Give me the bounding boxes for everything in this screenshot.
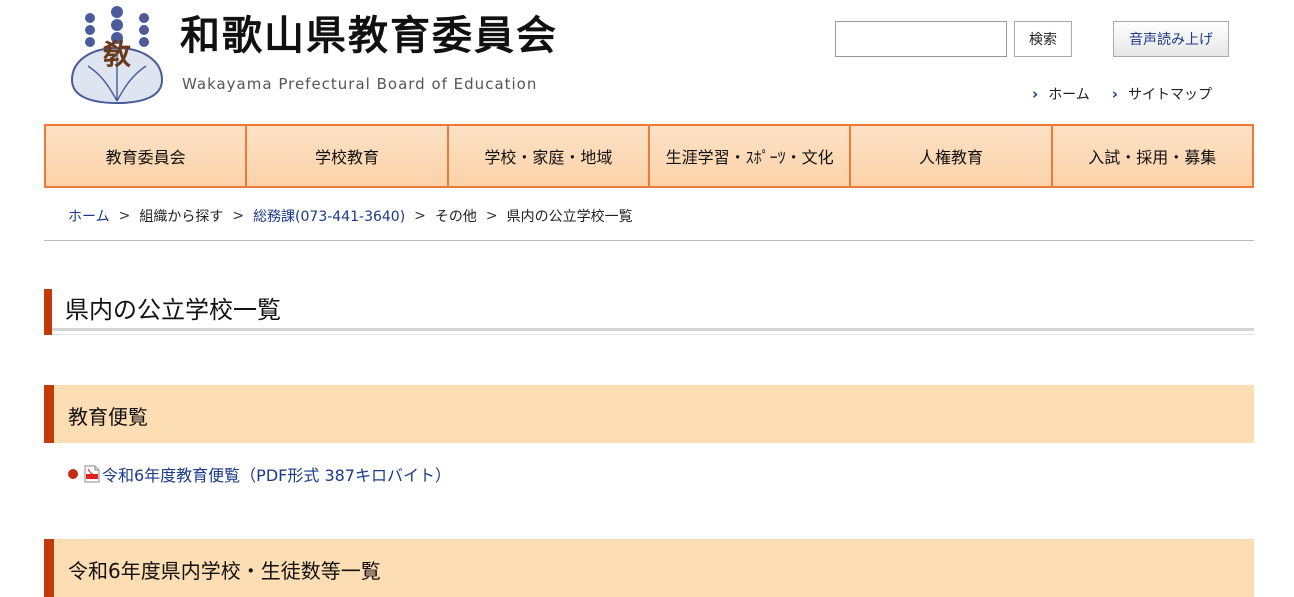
bullet-icon: [68, 469, 78, 479]
section-heading-text: 令和6年度県内学校・生徒数等一覧: [68, 559, 381, 583]
board-emblem-logo[interactable]: 敎: [68, 4, 166, 105]
site-title[interactable]: 和歌山県教育委員会: [180, 14, 558, 58]
education-handbook-pdf-link[interactable]: 令和6年度教育便覧（PDF形式 387キロバイト）: [102, 462, 451, 486]
chevron-right-icon: ›: [1111, 85, 1118, 103]
paulownia-crest-icon: 敎: [70, 6, 164, 105]
page-title-underline: [52, 328, 1254, 331]
list-item: 令和6年度教育便覧（PDF形式 387キロバイト）: [68, 462, 451, 486]
nav-item-lifelong-learning[interactable]: 生涯学習・ｽﾎﾟｰﾂ・文化: [650, 126, 852, 186]
breadcrumb-separator: >: [414, 208, 426, 224]
global-nav: 教育委員会 学校教育 学校・家庭・地域 生涯学習・ｽﾎﾟｰﾂ・文化 人権教育 入…: [44, 124, 1254, 188]
breadcrumb-home[interactable]: ホーム: [68, 206, 110, 226]
nav-item-school-family-community[interactable]: 学校・家庭・地域: [449, 126, 650, 186]
pdf-icon: [84, 465, 100, 483]
home-link-label: ホーム: [1048, 87, 1090, 103]
breadcrumb-separator: >: [485, 208, 498, 224]
search-button[interactable]: 検索: [1014, 21, 1072, 57]
section-heading-text: 教育便覧: [68, 405, 148, 429]
breadcrumb-organization: 組織から探す: [139, 209, 224, 225]
nav-item-human-rights[interactable]: 人権教育: [851, 126, 1053, 186]
voice-readout-button[interactable]: 音声読み上げ: [1113, 21, 1229, 57]
emblem-character: 敎: [103, 38, 131, 71]
section-heading-education-handbook: 教育便覧: [44, 385, 1254, 443]
page-title-accent: [44, 289, 52, 335]
utility-links: › ホーム › サイトマップ: [1032, 84, 1212, 104]
breadcrumb: ホーム > 組織から探す > 総務課(073-441-3640) > その他 >…: [68, 206, 633, 226]
section-heading-school-student-counts: 令和6年度県内学校・生徒数等一覧: [44, 539, 1254, 597]
breadcrumb-divider: [44, 240, 1254, 241]
page-title-underline-thin: [52, 334, 1254, 335]
nav-item-exams-recruitment[interactable]: 入試・採用・募集: [1053, 126, 1252, 186]
page-title: 県内の公立学校一覧: [65, 296, 281, 324]
nav-item-school-education[interactable]: 学校教育: [247, 126, 449, 186]
site-subtitle: Wakayama Prefectural Board of Education: [182, 75, 538, 93]
home-link[interactable]: › ホーム: [1032, 84, 1090, 104]
breadcrumb-general-affairs[interactable]: 総務課(073-441-3640): [253, 206, 405, 226]
search-input[interactable]: [835, 21, 1007, 57]
sitemap-link-label: サイトマップ: [1127, 87, 1212, 103]
breadcrumb-separator: >: [118, 208, 131, 224]
sitemap-link[interactable]: › サイトマップ: [1112, 84, 1212, 104]
breadcrumb-separator: >: [232, 208, 245, 224]
chevron-right-icon: ›: [1032, 85, 1039, 103]
breadcrumb-other: その他: [434, 209, 477, 225]
nav-item-board[interactable]: 教育委員会: [46, 126, 248, 186]
breadcrumb-current: 県内の公立学校一覧: [506, 209, 633, 225]
